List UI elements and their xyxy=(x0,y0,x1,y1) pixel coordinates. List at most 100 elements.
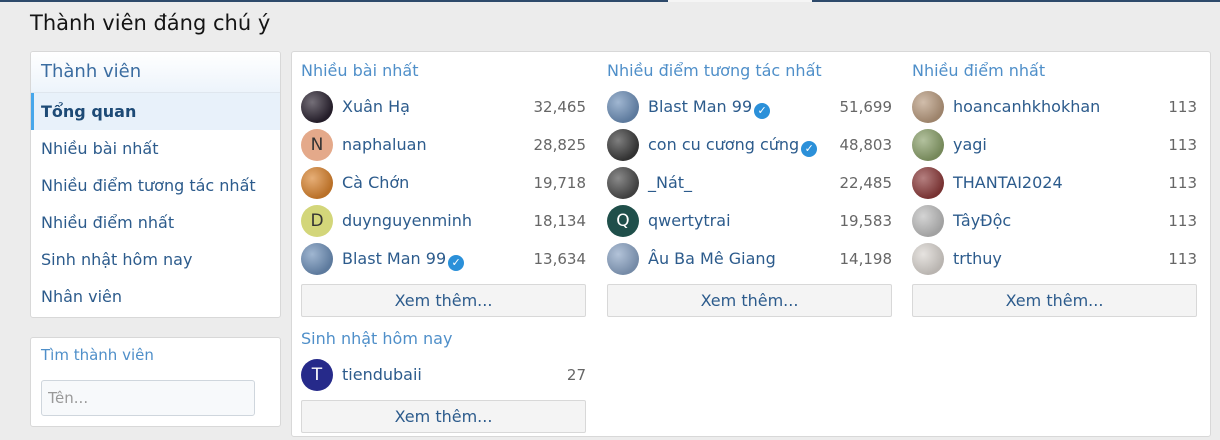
see-more-button[interactable]: Xem thêm... xyxy=(301,284,586,317)
member-name: qwertytrai xyxy=(648,211,731,230)
see-more-button[interactable]: Xem thêm... xyxy=(301,400,586,433)
member-count: 51,699 xyxy=(839,98,893,116)
member-search-input[interactable] xyxy=(41,380,255,416)
member-row: yagi 113 xyxy=(912,126,1197,164)
member-row: Blast Man 99 ✓ 51,699 xyxy=(607,88,892,126)
member-name: yagi xyxy=(953,135,987,154)
member-row: con cu cương cứng ✓ 48,803 xyxy=(607,126,892,164)
member-name-link[interactable]: hoancanhkhokhan xyxy=(953,88,1100,126)
member-name-link[interactable]: con cu cương cứng ✓ xyxy=(648,126,818,164)
member-row: THANTAI2024 113 xyxy=(912,164,1197,202)
section-title[interactable]: Sinh nhật hôm nay xyxy=(301,328,586,350)
avatar[interactable] xyxy=(912,167,944,199)
verified-badge-icon: ✓ xyxy=(801,141,818,157)
member-name: duynguyenminh xyxy=(342,211,472,230)
top-nav-active-tab[interactable] xyxy=(668,0,812,2)
sidebar-nav: Thành viên Tổng quan Nhiều bài nhất Nhiều … xyxy=(30,51,281,318)
member-name-link[interactable]: THANTAI2024 xyxy=(953,164,1063,202)
avatar-letter: T xyxy=(311,365,323,385)
avatar[interactable] xyxy=(607,243,639,275)
member-row: Qqwertytrai 19,583 xyxy=(607,202,892,240)
member-name: Blast Man 99 xyxy=(342,249,447,268)
member-name: Âu Ba Mê Giang xyxy=(648,249,776,268)
sidebar-item[interactable]: Nhiều điểm tương tác nhất xyxy=(31,167,280,204)
sidebar-item[interactable]: Sinh nhật hôm nay xyxy=(31,241,280,278)
member-name-link[interactable]: Blast Man 99 ✓ xyxy=(648,88,771,126)
section-most-posts: Nhiều bài nhất Xuân Hạ 32,465 Nnaphaluan 28,… xyxy=(301,52,586,317)
avatar[interactable] xyxy=(607,129,639,161)
member-list: Blast Man 99 ✓ 51,699 con cu cương cứng ✓ 48,… xyxy=(607,88,892,278)
member-name-link[interactable]: naphaluan xyxy=(342,126,427,164)
member-count: 113 xyxy=(1168,98,1197,116)
letter-avatar[interactable]: D xyxy=(301,205,333,237)
notable-members-panel: Nhiều bài nhất Xuân Hạ 32,465 Nnaphaluan 28,… xyxy=(291,51,1211,437)
member-count: 48,803 xyxy=(839,136,893,154)
member-name-link[interactable]: Blast Man 99 ✓ xyxy=(342,240,465,278)
section-most-reactions: Nhiều điểm tương tác nhất Blast Man 99 ✓ 51… xyxy=(607,52,892,317)
member-count: 22,485 xyxy=(839,174,893,192)
member-name: hoancanhkhokhan xyxy=(953,97,1101,116)
verified-badge-icon: ✓ xyxy=(448,255,465,271)
avatar[interactable] xyxy=(912,91,944,123)
member-row: Cà Chớn 19,718 xyxy=(301,164,586,202)
member-row: Xuân Hạ 32,465 xyxy=(301,88,586,126)
member-name-link[interactable]: Xuân Hạ xyxy=(342,88,410,126)
member-name: Cà Chớn xyxy=(342,173,410,192)
member-row: Ttiendubaii 27 xyxy=(301,356,586,394)
member-name-link[interactable]: TâyĐộc xyxy=(953,202,1011,240)
sidebar-list: Tổng quan Nhiều bài nhất Nhiều điểm tương … xyxy=(31,93,280,315)
member-count: 14,198 xyxy=(839,250,893,268)
sidebar-item[interactable]: Nhiều điểm nhất xyxy=(31,204,280,241)
avatar[interactable] xyxy=(912,129,944,161)
avatar[interactable] xyxy=(912,205,944,237)
verified-badge-icon: ✓ xyxy=(754,103,771,119)
member-name-link[interactable]: tiendubaii xyxy=(342,356,422,394)
section-title[interactable]: Nhiều điểm tương tác nhất xyxy=(607,60,892,82)
see-more-button[interactable]: Xem thêm... xyxy=(607,284,892,317)
member-row: hoancanhkhokhan 113 xyxy=(912,88,1197,126)
member-name-link[interactable]: qwertytrai xyxy=(648,202,731,240)
member-row: Blast Man 99 ✓ 13,634 xyxy=(301,240,586,278)
member-name-link[interactable]: duynguyenminh xyxy=(342,202,472,240)
member-name: Blast Man 99 xyxy=(648,97,753,116)
section-title[interactable]: Nhiều bài nhất xyxy=(301,60,586,82)
member-count: 18,134 xyxy=(533,212,587,230)
member-count: 27 xyxy=(566,366,586,384)
member-row: Âu Ba Mê Giang 14,198 xyxy=(607,240,892,278)
avatar[interactable] xyxy=(301,243,333,275)
member-name-link[interactable]: Âu Ba Mê Giang xyxy=(648,240,776,278)
see-more-button[interactable]: Xem thêm... xyxy=(912,284,1197,317)
member-count: 113 xyxy=(1168,136,1197,154)
sidebar-item[interactable]: Nhân viên xyxy=(31,278,280,315)
sidebar-heading[interactable]: Thành viên xyxy=(31,52,280,93)
avatar[interactable] xyxy=(607,91,639,123)
sidebar-item[interactable]: Nhiều bài nhất xyxy=(31,130,280,167)
sidebar-item[interactable]: Tổng quan xyxy=(31,93,280,130)
avatar-letter: Q xyxy=(616,211,630,231)
member-count: 113 xyxy=(1168,212,1197,230)
member-name: con cu cương cứng xyxy=(648,135,800,154)
avatar[interactable] xyxy=(607,167,639,199)
member-row: Nnaphaluan 28,825 xyxy=(301,126,586,164)
member-name-link[interactable]: yagi xyxy=(953,126,987,164)
letter-avatar[interactable]: N xyxy=(301,129,333,161)
section-title[interactable]: Nhiều điểm nhất xyxy=(912,60,1197,82)
avatar[interactable] xyxy=(301,167,333,199)
avatar-letter: N xyxy=(310,135,324,155)
member-name-link[interactable]: _Nát_ xyxy=(648,164,692,202)
member-name-link[interactable]: Cà Chớn xyxy=(342,164,409,202)
member-count: 28,825 xyxy=(533,136,587,154)
member-row: trthuy 113 xyxy=(912,240,1197,278)
member-search-box: Tìm thành viên xyxy=(30,337,281,427)
member-name: TâyĐộc xyxy=(953,211,1012,230)
member-name-link[interactable]: trthuy xyxy=(953,240,1002,278)
member-row: TâyĐộc 113 xyxy=(912,202,1197,240)
member-list: Ttiendubaii 27 xyxy=(301,356,586,394)
member-name: _Nát_ xyxy=(648,173,693,192)
letter-avatar[interactable]: Q xyxy=(607,205,639,237)
avatar[interactable] xyxy=(912,243,944,275)
member-count: 32,465 xyxy=(533,98,587,116)
letter-avatar[interactable]: T xyxy=(301,359,333,391)
member-name: tiendubaii xyxy=(342,365,422,384)
avatar[interactable] xyxy=(301,91,333,123)
